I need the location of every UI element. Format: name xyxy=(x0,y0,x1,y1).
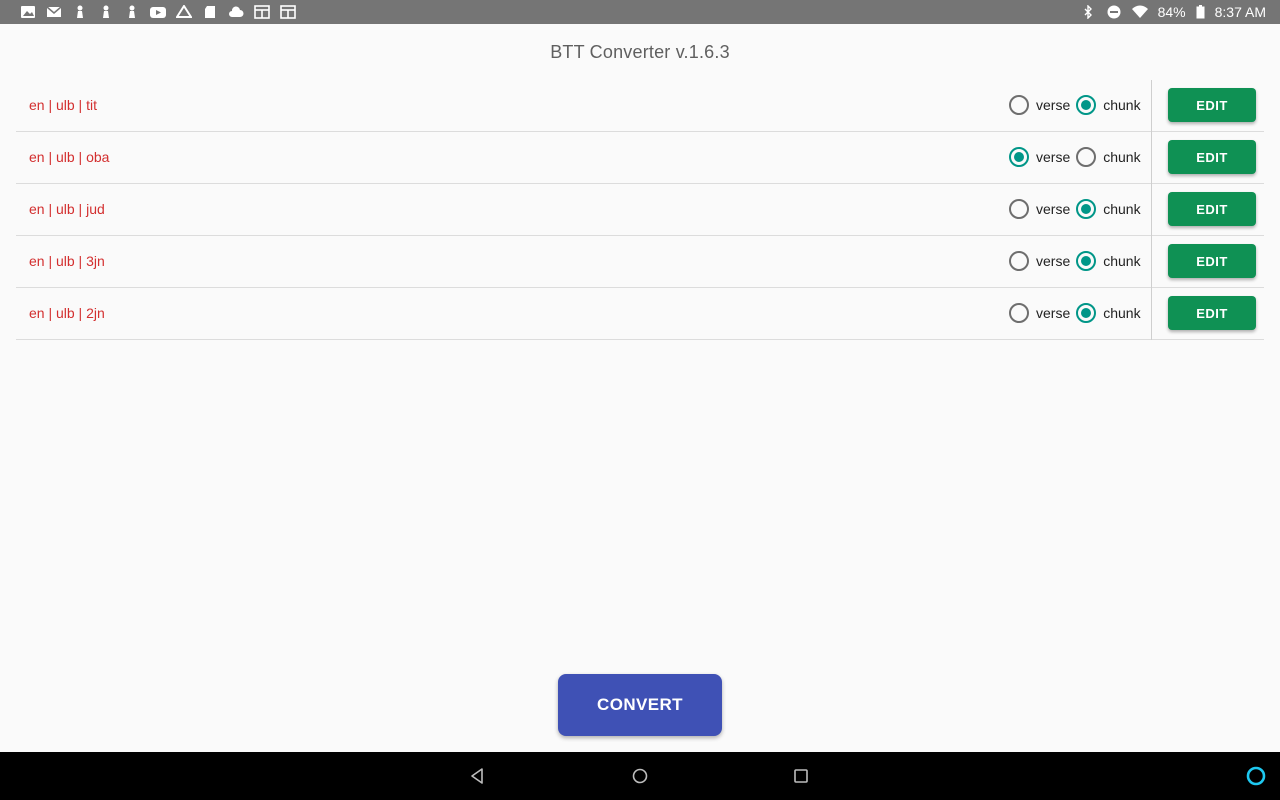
project-row: en | ulb | jud verse chunk EDIT xyxy=(16,184,1264,236)
verse-radio[interactable]: verse xyxy=(1009,251,1070,271)
project-row: en | ulb | 3jn verse chunk EDIT xyxy=(16,236,1264,288)
mode-radio-group: verse chunk xyxy=(1009,95,1141,115)
project-row: en | ulb | tit verse chunk EDIT xyxy=(16,80,1264,132)
chunk-label: chunk xyxy=(1103,201,1141,217)
chunk-radio[interactable]: chunk xyxy=(1076,95,1141,115)
status-bar: 84% 8:37 AM xyxy=(0,0,1280,24)
chunk-radio[interactable]: chunk xyxy=(1076,303,1141,323)
project-name: en | ulb | tit xyxy=(29,97,97,113)
drive-icon xyxy=(176,5,192,19)
youtube-icon xyxy=(150,5,166,19)
mode-radio-group: verse chunk xyxy=(1009,147,1141,167)
chunk-radio-button[interactable] xyxy=(1076,303,1097,323)
image-icon xyxy=(20,5,36,19)
alexa-icon[interactable] xyxy=(1245,765,1267,787)
verse-radio-button[interactable] xyxy=(1009,251,1029,271)
project-list: en | ulb | tit verse chunk EDIT en | ulb… xyxy=(16,80,1264,340)
row-divider xyxy=(1151,236,1152,288)
wifi-icon xyxy=(1131,5,1148,19)
system-status: 84% 8:37 AM xyxy=(1080,4,1266,20)
sd-card-icon xyxy=(202,5,218,19)
chunk-radio[interactable]: chunk xyxy=(1076,147,1141,167)
chunk-radio-button[interactable] xyxy=(1076,147,1097,167)
verse-radio[interactable]: verse xyxy=(1009,199,1070,219)
chunk-label: chunk xyxy=(1103,149,1141,165)
project-name: en | ulb | oba xyxy=(29,149,110,165)
verse-radio-button[interactable] xyxy=(1009,199,1029,219)
chunk-radio[interactable]: chunk xyxy=(1076,251,1141,271)
project-row: en | ulb | oba verse chunk EDIT xyxy=(16,132,1264,184)
do-not-disturb-icon xyxy=(1106,5,1122,19)
verse-radio[interactable]: verse xyxy=(1009,147,1070,167)
chess-icon xyxy=(124,5,140,19)
chunk-label: chunk xyxy=(1103,97,1141,113)
verse-label: verse xyxy=(1036,201,1071,217)
chunk-label: chunk xyxy=(1103,253,1141,269)
edit-button[interactable]: EDIT xyxy=(1168,244,1256,278)
edit-button[interactable]: EDIT xyxy=(1168,296,1256,330)
verse-radio-button[interactable] xyxy=(1009,147,1029,167)
recents-icon[interactable] xyxy=(790,765,812,787)
verse-radio[interactable]: verse xyxy=(1009,303,1070,323)
back-icon[interactable] xyxy=(467,765,489,787)
mode-radio-group: verse chunk xyxy=(1009,303,1141,323)
chunk-label: chunk xyxy=(1103,305,1141,321)
row-divider xyxy=(1151,288,1152,340)
verse-label: verse xyxy=(1036,149,1071,165)
verse-radio-button[interactable] xyxy=(1009,95,1029,115)
verse-label: verse xyxy=(1036,305,1071,321)
battery-icon xyxy=(1196,5,1205,19)
project-name: en | ulb | 2jn xyxy=(29,305,105,321)
calendar-icon xyxy=(280,5,296,19)
edit-button[interactable]: EDIT xyxy=(1168,140,1256,174)
row-divider xyxy=(1151,132,1152,184)
calendar-icon xyxy=(254,5,270,19)
chunk-radio-button[interactable] xyxy=(1076,95,1097,115)
row-divider xyxy=(1151,184,1152,236)
verse-radio[interactable]: verse xyxy=(1009,95,1070,115)
mail-icon xyxy=(46,5,62,19)
verse-radio-button[interactable] xyxy=(1009,303,1029,323)
project-name: en | ulb | jud xyxy=(29,201,105,217)
chunk-radio-button[interactable] xyxy=(1076,199,1097,219)
verse-label: verse xyxy=(1036,97,1071,113)
home-icon[interactable] xyxy=(629,765,651,787)
convert-button[interactable]: CONVERT xyxy=(558,674,722,736)
chess-icon xyxy=(98,5,114,19)
bluetooth-icon xyxy=(1080,5,1096,19)
chunk-radio-button[interactable] xyxy=(1076,251,1097,271)
row-divider xyxy=(1151,80,1152,132)
chunk-radio[interactable]: chunk xyxy=(1076,199,1141,219)
clock: 8:37 AM xyxy=(1214,4,1266,20)
navigation-bar xyxy=(0,752,1280,800)
app-title: BTT Converter v.1.6.3 xyxy=(550,42,730,62)
notification-icons xyxy=(20,5,296,19)
cloud-icon xyxy=(228,5,244,19)
verse-label: verse xyxy=(1036,253,1071,269)
mode-radio-group: verse chunk xyxy=(1009,199,1141,219)
project-row: en | ulb | 2jn verse chunk EDIT xyxy=(16,288,1264,340)
chess-icon xyxy=(72,5,88,19)
battery-percent: 84% xyxy=(1157,4,1186,20)
project-name: en | ulb | 3jn xyxy=(29,253,105,269)
edit-button[interactable]: EDIT xyxy=(1168,192,1256,226)
mode-radio-group: verse chunk xyxy=(1009,251,1141,271)
edit-button[interactable]: EDIT xyxy=(1168,88,1256,122)
